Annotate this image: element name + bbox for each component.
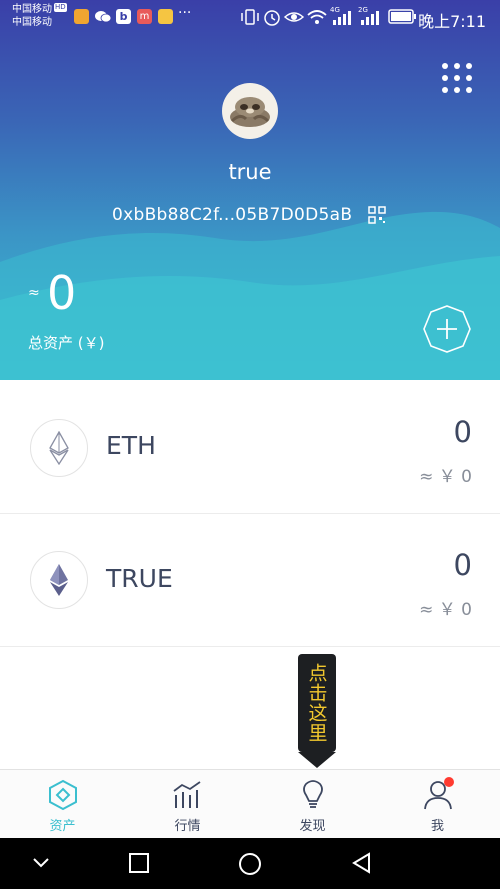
tab-label: 资产	[49, 819, 76, 834]
photo-app-icon	[158, 9, 173, 24]
ethereum-outline-icon	[49, 431, 69, 465]
asset-fiat-value: ≈ ￥ 0	[419, 600, 472, 620]
notification-badge	[444, 777, 454, 787]
tab-label: 行情	[174, 819, 201, 834]
mail-app-icon	[74, 9, 89, 24]
tab-label: 我	[430, 819, 444, 834]
tab-market[interactable]: 行情	[125, 770, 250, 839]
alarm-icon	[264, 10, 280, 26]
carrier-1: 中国移动	[12, 4, 52, 15]
asset-symbol: ETH	[106, 431, 156, 460]
signal-1-icon	[333, 11, 351, 25]
total-assets-value: 0	[47, 266, 77, 320]
nav-recents-icon[interactable]	[128, 852, 150, 874]
tab-label: 发现	[299, 819, 326, 834]
asset-fiat-value: ≈ ￥ 0	[419, 467, 472, 487]
wifi-icon	[307, 10, 327, 24]
true-coin-icon	[30, 551, 88, 609]
tooltip-arrow	[298, 752, 336, 768]
nav-back-icon[interactable]	[350, 852, 372, 874]
wallet-header: 中国移动 HD 中国移动 b m ··· 4G 2G 晚上7:11 true 0…	[0, 0, 500, 380]
tab-discover[interactable]: 发现	[250, 770, 375, 839]
approx-symbol: ≈	[28, 285, 40, 301]
asset-symbol: TRUE	[106, 564, 173, 593]
m-app-icon: m	[137, 9, 152, 24]
hd-badge: HD	[54, 3, 67, 12]
signal-2-icon	[361, 11, 379, 25]
carrier-info: 中国移动 HD 中国移动	[12, 3, 67, 29]
wechat-icon	[95, 11, 112, 23]
wallet-address[interactable]: 0xbBb88C2f...05B7D0D5aB	[112, 205, 352, 225]
wallet-diamond-icon	[49, 779, 77, 811]
tooltip-text: 点击这里	[305, 663, 328, 743]
battery-icon	[388, 9, 416, 24]
ethereum-filled-icon	[50, 564, 68, 596]
eth-coin-icon	[30, 419, 88, 477]
eye-icon	[284, 12, 304, 22]
lightbulb-icon	[303, 780, 323, 808]
vibrate-icon	[241, 9, 259, 25]
tooltip-click-here: 点击这里	[298, 654, 336, 752]
asset-row-eth[interactable]: ETH 0 ≈ ￥ 0	[0, 381, 500, 514]
wallet-avatar[interactable]	[222, 83, 278, 139]
qr-code-icon[interactable]	[368, 206, 386, 224]
b-app-icon: b	[116, 9, 131, 24]
wallet-name: true	[228, 160, 272, 184]
tab-assets[interactable]: 资产	[0, 770, 125, 839]
total-assets-label: 总资产 (￥)	[28, 334, 105, 352]
status-bar: 中国移动 HD 中国移动 b m ··· 4G 2G 晚上7:11	[0, 0, 500, 36]
asset-amount: 0	[453, 415, 472, 449]
nav-down-icon[interactable]	[31, 852, 51, 872]
nav-home-icon[interactable]	[238, 852, 262, 876]
tab-me[interactable]: 我	[375, 770, 500, 839]
more-notifications-icon: ···	[178, 5, 192, 21]
system-navigation-bar	[0, 838, 500, 889]
add-asset-button[interactable]	[422, 304, 472, 354]
clock: 晚上7:11	[418, 12, 486, 31]
sloth-avatar-icon	[230, 97, 270, 127]
market-chart-icon	[173, 781, 201, 808]
menu-grid-icon[interactable]	[442, 63, 472, 93]
asset-amount: 0	[453, 548, 472, 582]
bottom-tab-bar: 资产 行情 发现 我	[0, 769, 500, 839]
asset-row-true[interactable]: TRUE 0 ≈ ￥ 0	[0, 514, 500, 647]
carrier-2: 中国移动	[12, 17, 52, 28]
